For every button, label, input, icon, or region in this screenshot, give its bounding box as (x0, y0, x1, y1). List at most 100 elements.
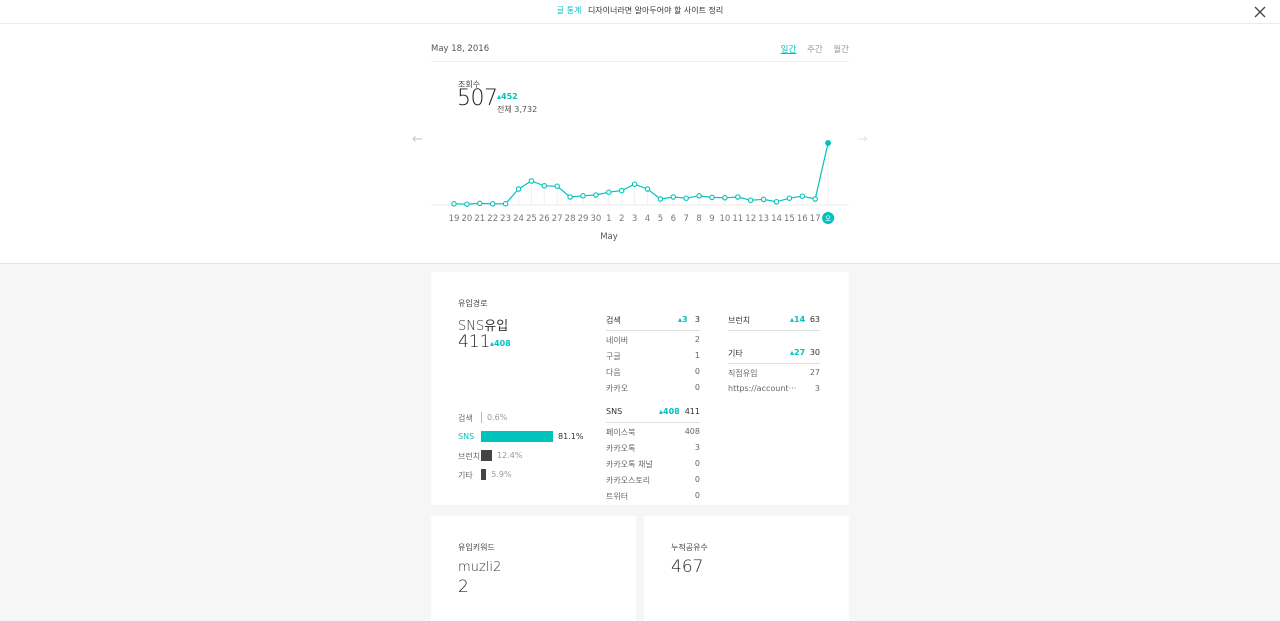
chart-tick-label: 15 (784, 214, 795, 224)
brunch-head-label: 브런치 (728, 316, 751, 325)
chart-point (477, 200, 483, 207)
bar-pct: 12.4% (497, 451, 523, 460)
chart-tick-label: 오 (825, 215, 832, 223)
item-name: 카카오톡 (606, 444, 636, 453)
etc-head-delta: ▴27 (790, 348, 806, 357)
chart-tick-label: 21 (474, 214, 485, 224)
bar-fill (481, 431, 553, 442)
stats-panel: May 18, 2016 일간 주간 월간 조회수 507 ▴452 전체 3,… (0, 24, 1280, 264)
bar-row-etc: 기타 5.9% (458, 468, 598, 487)
item-name: 카카오 (606, 384, 629, 393)
sns-head-value: 411 (684, 407, 700, 416)
item-name: 직접유입 (728, 369, 758, 378)
chart-tick-label: 14 (771, 214, 782, 224)
chart-point (735, 194, 741, 200)
referral-col-search-sns: 검색 ▴3 3 네이버 2 구글 1 다음 0 카카오 0 SNS ▴408 411 페… (606, 315, 700, 507)
bar-fill (481, 450, 492, 461)
referral-top-value: 411 (458, 332, 491, 352)
chart-point (722, 195, 728, 201)
chart-point (799, 193, 806, 199)
chart-point (825, 140, 832, 146)
list-item: 카카오톡 채널 0 (606, 459, 700, 475)
search-head-label: 검색 (606, 316, 621, 325)
chart-tick-label: 20 (461, 214, 472, 224)
shares-title: 누적공유수 (671, 543, 708, 552)
search-head: 검색 ▴3 3 (606, 315, 700, 331)
bar-row-brunch: 브런치 12.4% (458, 449, 598, 468)
list-item: 다음 0 (606, 367, 700, 383)
item-name: 카카오스토리 (606, 476, 651, 485)
list-item: 카카오스토리 0 (606, 475, 700, 491)
chart-tick-label: 24 (513, 214, 524, 224)
chart-tick-label: 23 (500, 214, 511, 224)
referral-card: 유입경로 SNS유입 411 ▴408 검색 0.6% SNS 81.1% 브런… (431, 272, 849, 505)
item-name: 네이버 (606, 336, 629, 345)
brunch-head-delta: ▴14 (790, 315, 806, 324)
bar-row-sns: SNS 81.1% (458, 430, 598, 449)
chart-point (696, 193, 702, 199)
referral-top-delta: ▴408 (490, 339, 511, 348)
item-name: 다음 (606, 368, 621, 377)
chart-point (606, 189, 612, 195)
chart-point (593, 192, 599, 198)
etc-head: 기타 ▴27 30 (728, 348, 820, 364)
chart-point (580, 193, 586, 199)
item-value: 0 (694, 367, 700, 376)
chart-tick-label: 9 (709, 214, 714, 224)
bar-fill (481, 469, 487, 480)
chart-tick-label: 3 (632, 214, 637, 224)
chart-tick-label: 27 (552, 214, 563, 224)
bar-label: 기타 (458, 471, 473, 480)
views-line-chart: 19 20 21 22 23 24 25 26 27 28 29 30 1 2 3 4 5 6 7 8 9 10 11 12 1… (431, 140, 849, 242)
list-item: 구글 1 (606, 351, 700, 367)
chart-point (773, 199, 780, 205)
chart-x-label: May (600, 232, 618, 242)
search-head-delta: ▴3 (678, 315, 688, 324)
sns-head-delta: ▴408 (659, 407, 680, 416)
chart-point (644, 186, 651, 192)
chart-point (567, 194, 573, 200)
chart-point (709, 194, 715, 201)
header-title: 디자이너라면 알아두어야 할 사이트 정리 (587, 6, 724, 15)
header-category: 글 통계 (556, 6, 582, 15)
chart-point (554, 183, 560, 189)
bar-label: 브런치 (458, 452, 481, 461)
referral-top-delta-value: 408 (494, 339, 511, 348)
list-item: 트위터 0 (606, 491, 700, 507)
chart-tick-label: 29 (578, 214, 589, 224)
etc-head-delta-value: 27 (794, 348, 806, 357)
item-value: 0 (694, 459, 700, 468)
chart-series-line (453, 142, 829, 205)
item-value: 0 (694, 383, 700, 392)
bar-label: 검색 (458, 414, 473, 423)
search-head-value: 3 (694, 315, 700, 324)
brunch-head-delta-value: 14 (794, 315, 806, 324)
chart-point (541, 183, 548, 189)
chart-point (502, 201, 509, 207)
sns-head-label: SNS (606, 407, 623, 416)
close-icon[interactable] (1253, 5, 1267, 19)
item-value: 3 (814, 384, 820, 393)
list-item[interactable]: https://account··· 3 (728, 384, 820, 400)
list-item: 카카오톡 3 (606, 443, 700, 459)
chart-point (747, 197, 754, 203)
bar-pct: 0.6% (487, 413, 508, 422)
keywords-card: 유입키워드 muzli2 2 (431, 516, 636, 621)
chart-point (515, 186, 522, 192)
item-value: 1 (694, 351, 700, 360)
chart-tick-label: 7 (683, 214, 688, 224)
item-link[interactable]: https://account··· (728, 384, 796, 393)
chart-tick-label: 2 (619, 214, 624, 224)
keywords-title: 유입키워드 (458, 543, 495, 552)
sns-head-delta-value: 408 (663, 407, 680, 416)
chart-point (657, 196, 664, 202)
top-bar: 글 통계 디자이너라면 알아두어야 할 사이트 정리 (0, 0, 1280, 24)
bar-row-search: 검색 0.6% (458, 411, 598, 430)
chart-point (683, 195, 689, 201)
chart-point (451, 201, 457, 207)
chart-tick-label: 5 (658, 214, 663, 224)
chart-tick-label: 25 (526, 214, 537, 224)
chart-tick-label: 12 (745, 214, 756, 224)
keyword-count: 2 (458, 577, 469, 597)
etc-head-value: 30 (809, 348, 820, 357)
